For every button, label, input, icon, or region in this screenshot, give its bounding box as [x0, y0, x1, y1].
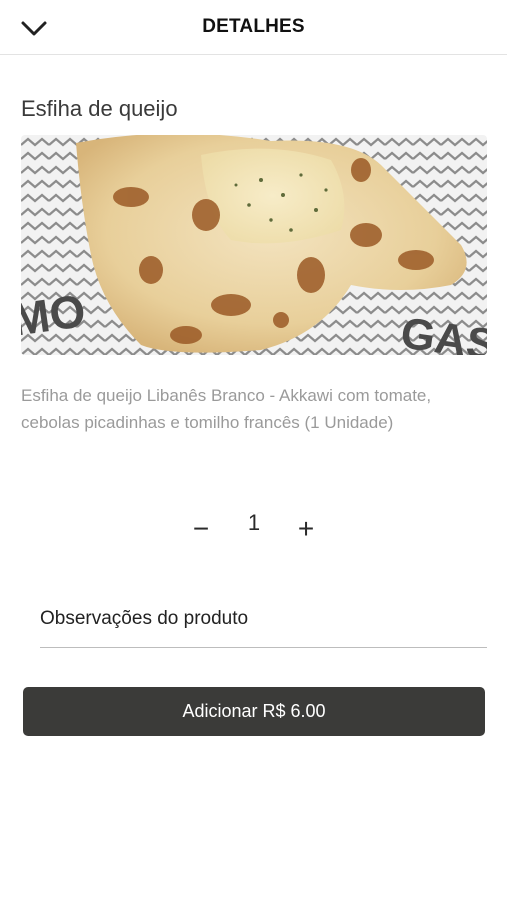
product-image: IMO GAS	[21, 135, 487, 355]
decrease-quantity-button[interactable]: −	[187, 512, 215, 546]
page-title: DETALHES	[202, 16, 305, 37]
product-name: Esfiha de queijo	[21, 96, 178, 121]
add-to-cart-button[interactable]: Adicionar R$ 6.00	[23, 687, 485, 736]
quantity-stepper: − 1 +	[0, 508, 507, 548]
quantity-value: 1	[247, 510, 261, 535]
product-description: Esfiha de queijo Libanês Branco - Akkawi…	[21, 386, 432, 432]
increase-quantity-button[interactable]: +	[292, 512, 320, 546]
top-bar: DETALHES	[0, 0, 507, 55]
product-notes-input[interactable]	[40, 596, 487, 648]
